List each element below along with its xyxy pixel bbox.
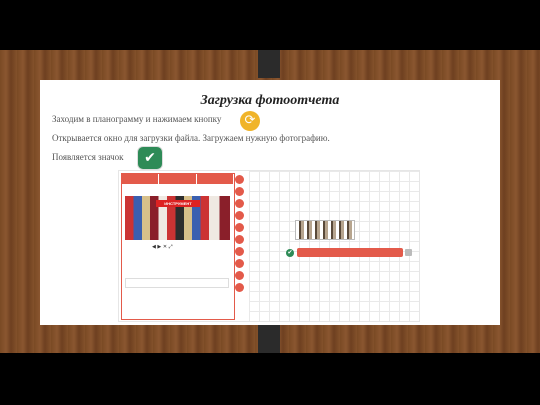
comment-field[interactable] <box>125 278 229 288</box>
panel-tab[interactable] <box>122 174 160 184</box>
side-buttons <box>235 175 245 295</box>
slide-title: Загрузка фотоотчета <box>200 93 340 108</box>
instruction-line-3: Появляется значок <box>52 152 124 162</box>
top-clip <box>258 50 280 78</box>
side-button[interactable] <box>235 259 244 268</box>
side-button[interactable] <box>235 187 244 196</box>
instruction-line-2: Открывается окно для загрузки файла. Заг… <box>52 133 330 143</box>
bottom-clip <box>258 325 280 353</box>
side-button[interactable] <box>235 199 244 208</box>
panel-tab[interactable] <box>196 174 234 184</box>
photo-report-panel: ИНСТРУМЕНТ ◀ ▶ ✕ ⤢ <box>121 173 235 320</box>
embedded-screenshot: ИНСТРУМЕНТ ◀ ▶ ✕ ⤢ ✔ <box>118 170 420 322</box>
brand-sign: ИНСТРУМЕНТ <box>156 200 200 207</box>
presentation-frame: Загрузка фотоотчета Заходим в планограмм… <box>0 0 540 405</box>
upload-status-bar <box>297 248 403 257</box>
panel-tab[interactable] <box>159 174 197 184</box>
instruction-line-1: Заходим в планограмму и нажимаем кнопку <box>52 114 222 124</box>
side-button[interactable] <box>235 211 244 220</box>
sync-icon: ⟳ <box>240 111 260 131</box>
side-button[interactable] <box>235 283 244 292</box>
side-button[interactable] <box>235 271 244 280</box>
shelf-block[interactable] <box>295 220 355 240</box>
panel-tabs <box>122 174 234 184</box>
side-button[interactable] <box>235 223 244 232</box>
side-button[interactable] <box>235 235 244 244</box>
upload-close-button[interactable] <box>405 249 412 256</box>
check-icon: ✔ <box>137 146 163 170</box>
side-button[interactable] <box>235 247 244 256</box>
side-button[interactable] <box>235 175 244 184</box>
upload-check-icon: ✔ <box>286 249 294 257</box>
planogram-grid[interactable] <box>249 171 419 321</box>
panel-header <box>122 184 234 188</box>
photo-tools[interactable]: ◀ ▶ ✕ ⤢ <box>152 244 173 250</box>
